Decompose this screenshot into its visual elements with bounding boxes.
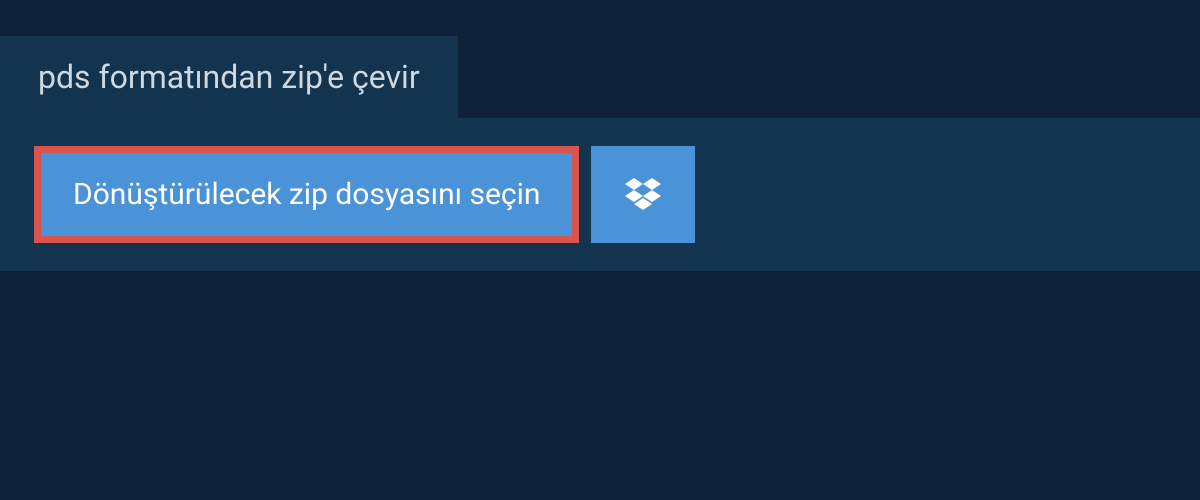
button-row: Dönüştürülecek zip dosyasını seçin (34, 146, 1166, 243)
dropbox-icon (625, 178, 661, 212)
tab-label: pds formatından zip'e çevir (38, 58, 420, 96)
upload-panel: Dönüştürülecek zip dosyasını seçin (0, 118, 1200, 271)
tab-convert[interactable]: pds formatından zip'e çevir (0, 36, 458, 118)
select-file-button-label: Dönüştürülecek zip dosyasını seçin (73, 177, 540, 212)
dropbox-button[interactable] (591, 146, 695, 243)
select-file-button[interactable]: Dönüştürülecek zip dosyasını seçin (34, 146, 579, 243)
